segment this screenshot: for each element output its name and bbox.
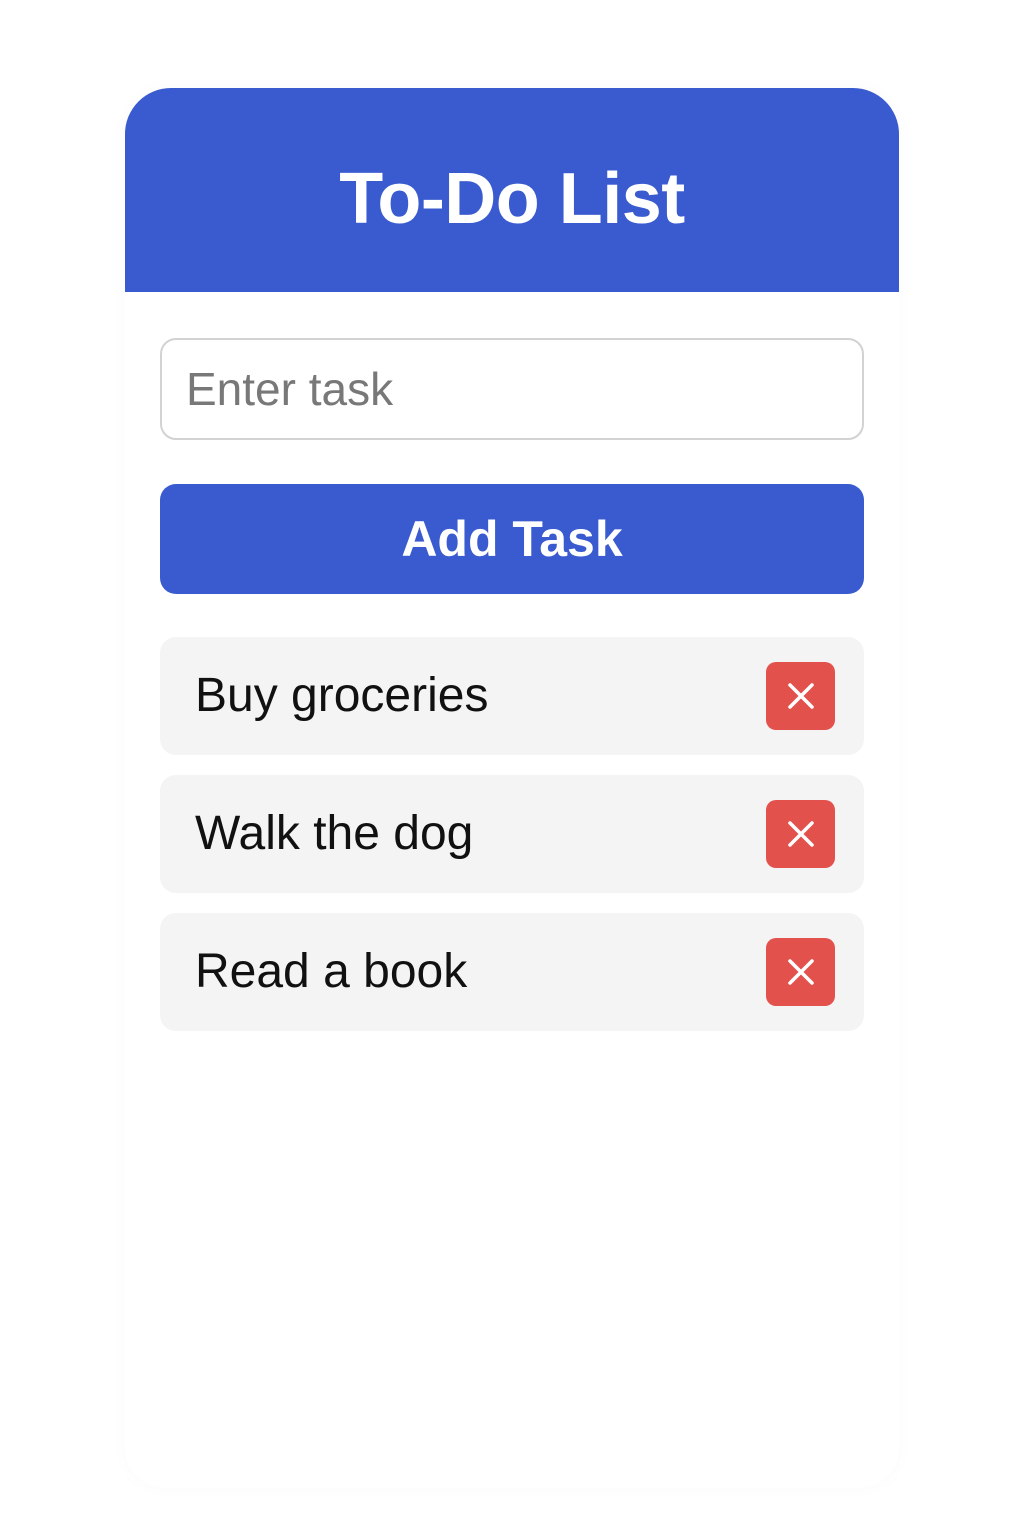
close-icon <box>786 681 816 711</box>
task-item: Walk the dog <box>160 775 864 893</box>
close-icon <box>786 819 816 849</box>
page-title: To-Do List <box>339 159 685 239</box>
delete-task-button[interactable] <box>766 800 835 868</box>
todo-app: To-Do List Add Task Buy groceries Walk t… <box>125 88 899 1488</box>
task-text: Walk the dog <box>195 807 474 860</box>
task-list: Buy groceries Walk the dog Read a book <box>160 637 864 1051</box>
task-input[interactable] <box>160 338 864 440</box>
task-item: Read a book <box>160 913 864 1031</box>
add-task-button[interactable]: Add Task <box>160 484 864 594</box>
task-text: Read a book <box>195 945 468 998</box>
task-text: Buy groceries <box>195 669 489 722</box>
delete-task-button[interactable] <box>766 662 835 730</box>
app-header: To-Do List <box>125 88 899 292</box>
delete-task-button[interactable] <box>766 938 835 1006</box>
task-item: Buy groceries <box>160 637 864 755</box>
close-icon <box>786 957 816 987</box>
